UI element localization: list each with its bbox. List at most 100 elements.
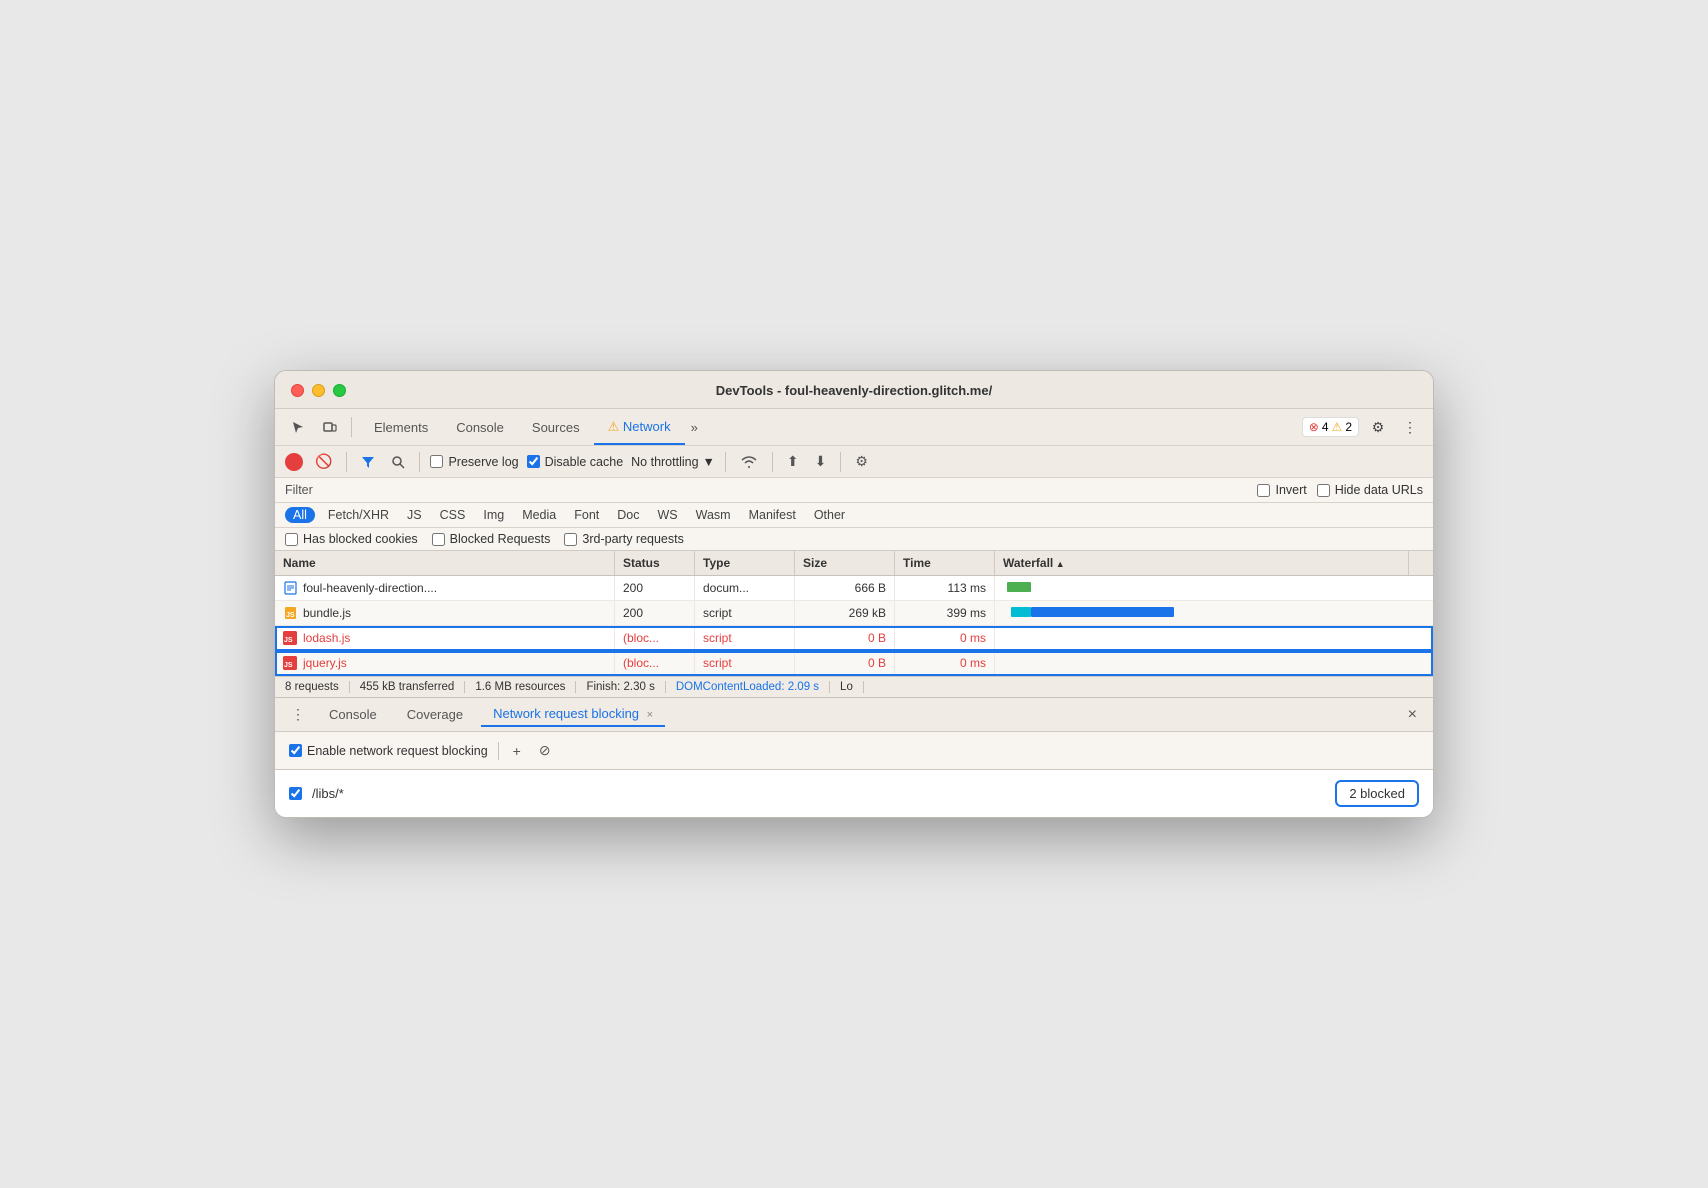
minimize-button[interactable]	[312, 384, 325, 397]
checkbox-row: Has blocked cookies Blocked Requests 3rd…	[275, 528, 1433, 551]
table-header: Name Status Type Size Time Waterfall	[275, 551, 1433, 576]
table-row[interactable]: JS lodash.js (bloc... script 0 B 0 ms	[275, 626, 1433, 651]
record-button[interactable]	[285, 453, 303, 471]
tab-coverage[interactable]: Coverage	[395, 703, 475, 726]
tab-console-bottom[interactable]: Console	[317, 703, 389, 726]
type-cell: script	[695, 626, 795, 650]
network-settings-icon[interactable]: ⚙	[851, 451, 872, 472]
download-icon[interactable]: ⬇	[811, 451, 831, 472]
cursor-icon[interactable]	[285, 415, 311, 439]
preserve-log-checkbox[interactable]: Preserve log	[430, 455, 518, 469]
tab-network-request-blocking[interactable]: Network request blocking ×	[481, 702, 665, 727]
third-party-checkbox[interactable]: 3rd-party requests	[564, 532, 683, 546]
blocked-cookies-checkbox[interactable]: Has blocked cookies	[285, 532, 418, 546]
error-badge[interactable]: ⊗ 4 ⚠ 2	[1302, 417, 1359, 437]
finish-time: Finish: 2.30 s	[576, 681, 665, 693]
time-cell: 0 ms	[895, 651, 995, 675]
invert-checkbox[interactable]: Invert	[1257, 483, 1306, 497]
disable-cache-checkbox[interactable]: Disable cache	[527, 455, 624, 469]
toolbar-right: ⊗ 4 ⚠ 2 ⚙ ⋮	[1302, 415, 1423, 439]
network-warning-icon: ⚠	[608, 419, 620, 434]
type-btn-manifest[interactable]: Manifest	[744, 507, 801, 523]
type-btn-font[interactable]: Font	[569, 507, 604, 523]
rule-pattern: /libs/*	[312, 786, 344, 801]
close-tab-icon[interactable]: ×	[647, 709, 653, 721]
search-icon[interactable]	[387, 453, 409, 471]
bottom-more-icon[interactable]: ⋮	[285, 704, 311, 725]
tab-network[interactable]: ⚠ Network	[594, 415, 685, 439]
more-tabs-button[interactable]: »	[685, 416, 704, 439]
extra-cell	[1409, 633, 1433, 643]
filter-label: Filter	[285, 483, 313, 497]
transferred-size: 455 kB transferred	[350, 681, 466, 693]
table-row[interactable]: foul-heavenly-direction.... 200 docum...…	[275, 576, 1433, 601]
th-status[interactable]: Status	[615, 551, 695, 575]
blocked-requests-checkbox[interactable]: Blocked Requests	[432, 532, 551, 546]
add-pattern-button[interactable]: +	[509, 741, 525, 761]
throttle-select[interactable]: No throttling ▼	[631, 455, 715, 469]
type-btn-all[interactable]: All	[285, 507, 315, 523]
wifi-icon[interactable]	[736, 453, 762, 471]
type-btn-css[interactable]: CSS	[435, 507, 471, 523]
settings-icon[interactable]: ⚙	[1365, 415, 1391, 439]
filter-bar: Filter Invert Hide data URLs	[275, 478, 1433, 503]
status-bar: 8 requests 455 kB transferred 1.6 MB res…	[275, 676, 1433, 697]
svg-text:JS: JS	[284, 637, 293, 644]
close-panel-button[interactable]: ×	[1402, 704, 1423, 726]
close-button[interactable]	[291, 384, 304, 397]
waterfall-cell	[995, 601, 1409, 625]
table-row[interactable]: JS bundle.js 200 script 269 kB 399 ms	[275, 601, 1433, 626]
type-btn-img[interactable]: Img	[478, 507, 509, 523]
main-toolbar: Elements Console Sources ⚠ Network » ⊗ 4…	[275, 409, 1433, 446]
load-time: Lo	[830, 681, 864, 693]
rule-checkbox[interactable]	[289, 787, 302, 800]
status-cell: (bloc...	[615, 626, 695, 650]
type-btn-ws[interactable]: WS	[652, 507, 682, 523]
block-icon[interactable]: ⊘	[535, 740, 555, 761]
th-name[interactable]: Name	[275, 551, 615, 575]
upload-icon[interactable]: ⬆	[783, 451, 803, 472]
th-waterfall[interactable]: Waterfall	[995, 551, 1409, 575]
tab-elements[interactable]: Elements	[360, 416, 442, 439]
bottom-panel: ⋮ Console Coverage Network request block…	[275, 697, 1433, 817]
enable-blocking-checkbox[interactable]: Enable network request blocking	[289, 744, 488, 758]
th-size[interactable]: Size	[795, 551, 895, 575]
error-icon: ⊗	[1309, 420, 1319, 434]
filter-icon[interactable]	[357, 453, 379, 471]
filter-input[interactable]	[323, 483, 1248, 497]
hide-data-urls-checkbox[interactable]: Hide data URLs	[1317, 483, 1423, 497]
clear-button[interactable]: 🚫	[311, 451, 336, 472]
th-type[interactable]: Type	[695, 551, 795, 575]
name-cell: JS lodash.js	[275, 626, 615, 650]
th-sort[interactable]	[1409, 551, 1433, 575]
tab-console[interactable]: Console	[442, 416, 518, 439]
type-btn-js[interactable]: JS	[402, 507, 427, 523]
type-btn-other[interactable]: Other	[809, 507, 850, 523]
type-filter-bar: All Fetch/XHR JS CSS Img Media Font Doc …	[275, 503, 1433, 528]
tab-sources[interactable]: Sources	[518, 416, 594, 439]
status-cell: 200	[615, 576, 695, 600]
devtools-window: DevTools - foul-heavenly-direction.glitc…	[274, 370, 1434, 818]
table-row[interactable]: JS jquery.js (bloc... script 0 B 0 ms	[275, 651, 1433, 676]
file-name: bundle.js	[303, 606, 351, 620]
type-cell: script	[695, 601, 795, 625]
separator	[725, 452, 726, 472]
divider	[498, 742, 499, 760]
separator	[351, 417, 352, 437]
type-btn-wasm[interactable]: Wasm	[691, 507, 736, 523]
status-cell: (bloc...	[615, 651, 695, 675]
requests-count: 8 requests	[285, 681, 350, 693]
type-btn-media[interactable]: Media	[517, 507, 561, 523]
waterfall-cell	[995, 626, 1409, 650]
blocked-badge: 2 blocked	[1335, 780, 1419, 807]
name-cell: JS bundle.js	[275, 601, 615, 625]
th-time[interactable]: Time	[895, 551, 995, 575]
type-btn-doc[interactable]: Doc	[612, 507, 644, 523]
device-toggle-icon[interactable]	[317, 415, 343, 439]
status-cell: 200	[615, 601, 695, 625]
type-btn-fetch-xhr[interactable]: Fetch/XHR	[323, 507, 394, 523]
more-options-icon[interactable]: ⋮	[1397, 415, 1423, 439]
network-table: Name Status Type Size Time Waterfall fou…	[275, 551, 1433, 676]
svg-text:JS: JS	[286, 612, 295, 619]
maximize-button[interactable]	[333, 384, 346, 397]
